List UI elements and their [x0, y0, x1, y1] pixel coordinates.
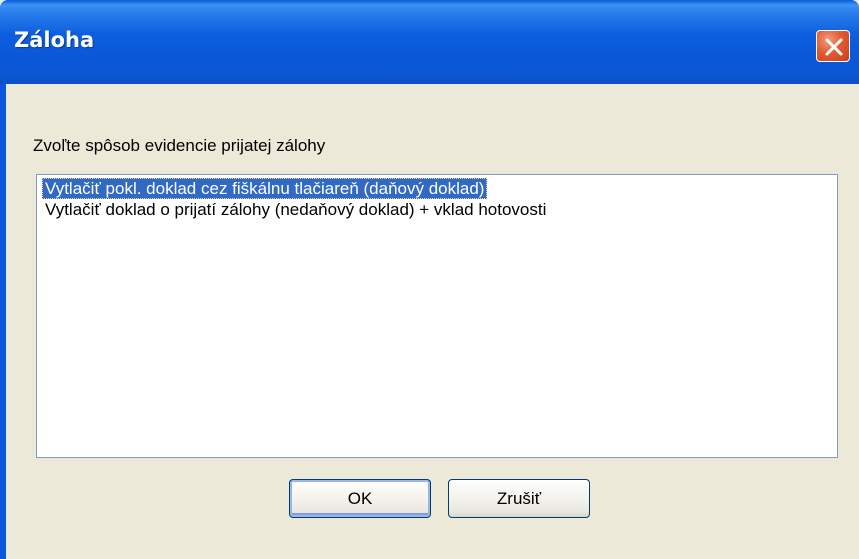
title-bar[interactable]: Záloha [0, 0, 859, 84]
close-button[interactable] [816, 30, 850, 62]
ok-button[interactable]: OK [289, 479, 431, 518]
dialog-body: Zvoľte spôsob evidencie prijatej zálohy … [6, 84, 859, 559]
window-title: Záloha [14, 28, 95, 52]
list-item[interactable]: Vytlačiť pokl. doklad cez fiškálnu tlači… [42, 178, 488, 199]
dialog-window: Záloha Zvoľte spôsob evidencie prijatej … [0, 0, 859, 559]
evidence-method-listbox[interactable]: Vytlačiť pokl. doklad cez fiškálnu tlači… [36, 174, 838, 458]
close-icon [825, 38, 843, 56]
cancel-button[interactable]: Zrušiť [448, 479, 590, 518]
prompt-label: Zvoľte spôsob evidencie prijatej zálohy [33, 136, 326, 155]
list-item[interactable]: Vytlačiť doklad o prijatí zálohy (nedaňo… [42, 199, 549, 220]
